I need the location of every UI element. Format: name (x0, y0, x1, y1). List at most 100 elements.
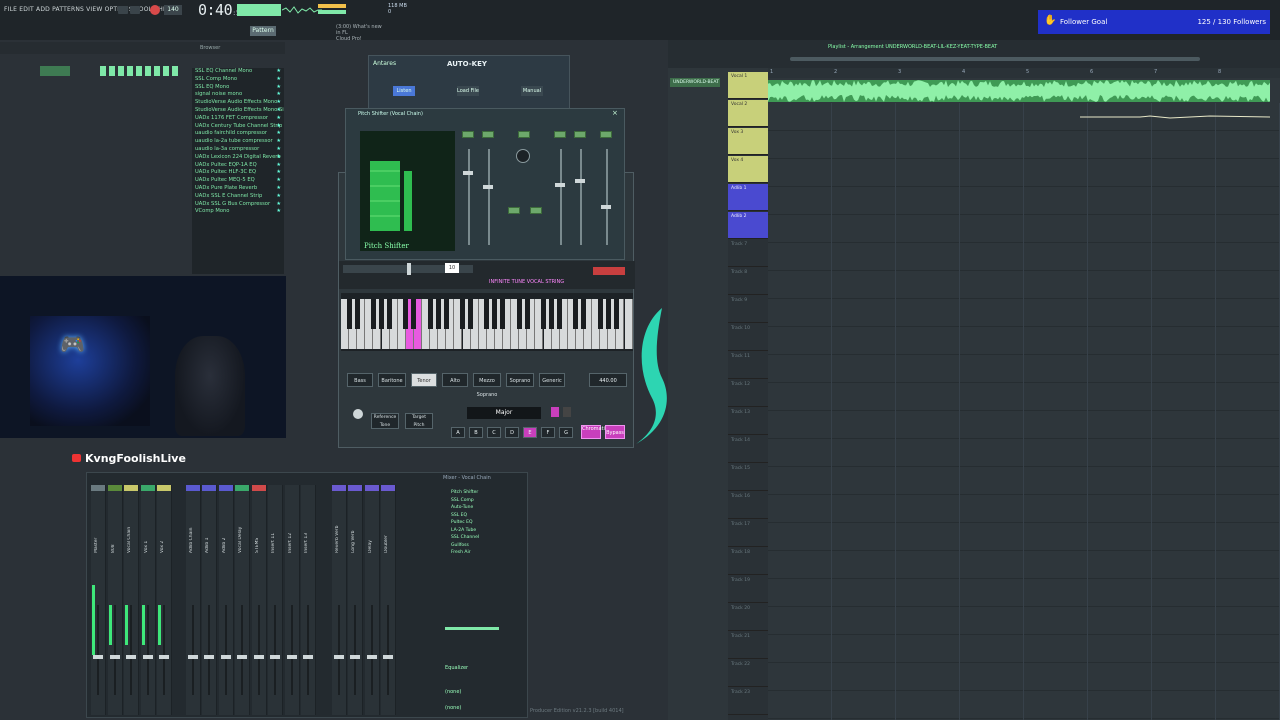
plugin-item[interactable]: signal noise mono ★ (192, 91, 284, 99)
piano-black-key[interactable] (427, 299, 433, 329)
mode-button-6[interactable] (600, 131, 612, 138)
channel-button[interactable] (40, 66, 70, 76)
plugin-item[interactable]: UADx Century Tube Channel Strip ★ (192, 123, 284, 131)
fader-handle[interactable] (237, 655, 247, 659)
play-button[interactable] (118, 6, 128, 14)
piano-black-key[interactable] (597, 299, 603, 329)
piano-black-key[interactable] (573, 299, 579, 329)
load-file-button[interactable]: Load File (457, 86, 479, 96)
mixer-strip[interactable]: Insert 13 (301, 485, 316, 715)
track-header[interactable]: Track 12 (728, 380, 768, 407)
track-header[interactable]: Track 14 (728, 436, 768, 463)
piano-black-key[interactable] (492, 299, 498, 329)
link-button-2[interactable] (530, 207, 542, 214)
plugin-item[interactable]: UADx Pultec MEQ-5 EQ ★ (192, 177, 284, 185)
key-button-b[interactable]: B (469, 427, 483, 438)
piano-black-key[interactable] (605, 299, 611, 329)
listen-button[interactable]: Listen (393, 86, 415, 96)
plugin-item[interactable]: uaudio la-3a compressor ★ (192, 146, 284, 154)
fader-handle[interactable] (270, 655, 280, 659)
effect-slot[interactable]: Fresh Air (445, 549, 525, 557)
fader-handle[interactable] (286, 655, 297, 659)
link-button-1[interactable] (508, 207, 520, 214)
volume-fader[interactable] (370, 605, 373, 695)
track-header[interactable]: Track 7 (728, 240, 768, 267)
range-button-tenor[interactable]: Tenor (411, 373, 437, 387)
bypass-button[interactable]: Bypass (605, 425, 625, 439)
favorite-star-icon[interactable]: ★ (276, 68, 281, 76)
step-sequencer[interactable] (100, 66, 180, 76)
fader-handle[interactable] (187, 655, 198, 659)
favorite-star-icon[interactable]: ★ (276, 84, 281, 92)
mixer-strip[interactable]: Adlib 1 (202, 485, 217, 715)
piano-black-key[interactable] (468, 299, 473, 329)
track-header[interactable]: Track 18 (728, 548, 768, 575)
volume-fader[interactable] (354, 605, 356, 695)
retune-handle[interactable] (407, 263, 411, 275)
track-header[interactable]: Vox 3 (728, 128, 768, 155)
mixer-strip[interactable]: Insert 12 (284, 485, 300, 715)
track-header[interactable]: Track 19 (728, 576, 768, 603)
favorite-star-icon[interactable]: ★ (276, 99, 281, 107)
main-menu[interactable]: FILE EDIT ADD PATTERNS VIEW OPTIONS TOOL… (4, 6, 174, 13)
plugin-item[interactable]: SSL EQ Mono ★ (192, 84, 284, 92)
mode-button-4[interactable] (554, 131, 566, 138)
feedback-fader[interactable] (580, 149, 582, 245)
mixer-strip[interactable]: Vox 1 (140, 485, 156, 715)
effect-slot[interactable]: Auto-Tune (445, 504, 525, 512)
delay-fader[interactable] (560, 149, 562, 245)
track-header[interactable]: Adlib 1 (728, 184, 768, 211)
plugin-item[interactable]: uaudio fairchild compressor ★ (192, 130, 284, 138)
favorite-star-icon[interactable]: ★ (276, 130, 281, 138)
mode-button-3[interactable] (518, 131, 530, 138)
plugin-item[interactable]: UADx Pultec HLF-3C EQ ★ (192, 169, 284, 177)
fader-handle[interactable] (159, 655, 169, 659)
mixer-strip[interactable]: Vox 2 (157, 485, 172, 715)
key-button-e[interactable]: E (523, 427, 537, 438)
volume-fader[interactable] (241, 605, 243, 695)
effect-slot[interactable]: Pultec EQ (445, 519, 525, 527)
favorite-star-icon[interactable]: ★ (276, 76, 281, 84)
piano-black-key[interactable] (581, 299, 587, 329)
mode-button-2[interactable] (482, 131, 494, 138)
key-button-c[interactable]: C (487, 427, 501, 438)
reference-freq-field[interactable]: 440.00 (589, 373, 627, 387)
favorite-star-icon[interactable]: ★ (276, 154, 281, 162)
volume-fader[interactable] (224, 605, 227, 695)
mixer-strip[interactable]: Master (91, 485, 106, 715)
range-button-baritone[interactable]: Baritone (378, 373, 406, 387)
piano-black-key[interactable] (354, 299, 360, 329)
piano-black-key[interactable] (516, 299, 522, 329)
effect-slot[interactable]: LA-2A Tube (445, 527, 525, 535)
piano-black-key[interactable] (387, 299, 392, 329)
range-button-generic[interactable]: Generic (539, 373, 565, 387)
volume-fader[interactable] (337, 605, 340, 695)
mixer-strip[interactable]: Long Verb (348, 485, 363, 715)
track-header[interactable]: Track 9 (728, 296, 768, 323)
send-slot-1[interactable]: (none) (445, 689, 461, 695)
favorite-star-icon[interactable]: ★ (276, 123, 281, 131)
fader-handle[interactable] (142, 655, 153, 659)
effect-slot[interactable]: SSL EQ (445, 512, 525, 520)
volume-fader[interactable] (146, 605, 149, 695)
keyboard[interactable] (341, 293, 633, 351)
output-fader-handle[interactable] (601, 205, 611, 209)
timeline-ruler[interactable]: 1 2 3 4 5 6 7 8 (768, 68, 1280, 78)
favorite-star-icon[interactable]: ★ (276, 162, 281, 170)
chromatic-button[interactable]: Chromatic (581, 425, 608, 439)
track-header[interactable]: Track 16 (728, 492, 768, 519)
volume-fader[interactable] (208, 605, 210, 695)
mixer-strip[interactable]: Doubler (381, 485, 396, 715)
mixer-strip[interactable]: Insert 11 (268, 485, 283, 715)
favorite-star-icon[interactable]: ★ (276, 107, 281, 115)
volume-fader[interactable] (97, 605, 99, 695)
formant-fader[interactable] (488, 149, 490, 245)
track-header[interactable]: Track 21 (728, 632, 768, 659)
plugin-item[interactable]: UADx Pure Plate Reverb ★ (192, 185, 284, 193)
favorite-star-icon[interactable]: ★ (276, 201, 281, 209)
track-header[interactable]: Vocal 1 (728, 72, 768, 99)
target-pitch-button[interactable]: Target Pitch (405, 413, 433, 429)
volume-fader[interactable] (130, 605, 132, 695)
piano-black-key[interactable] (346, 299, 352, 329)
piano-black-key[interactable] (549, 299, 554, 329)
